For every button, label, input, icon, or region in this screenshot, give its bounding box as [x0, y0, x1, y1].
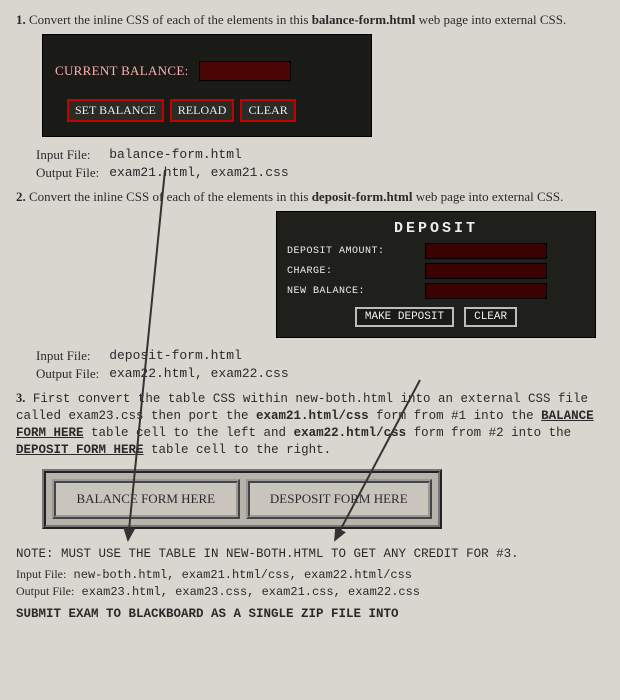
q3-b: exam21.html/css [256, 409, 369, 423]
deposit-form-here-cell: DESPOSIT FORM HERE [246, 479, 432, 519]
q2-num: 2. [16, 189, 26, 204]
q3-e: table cell to the left and [91, 426, 294, 440]
deposit-amount-label: DEPOSIT AMOUNT: [287, 246, 417, 257]
io1-in-lbl: Input File: [36, 147, 107, 163]
charge-field[interactable] [425, 263, 547, 279]
charge-label: CHARGE: [287, 266, 417, 277]
clear-button[interactable]: CLEAR [240, 99, 295, 122]
io2-out-val: exam22.html, exam22.css [109, 366, 296, 382]
q3-i: table cell to the right. [151, 443, 331, 457]
q2-text-b: web page into external CSS. [416, 189, 564, 204]
q3-f: exam22.html/css [294, 426, 407, 440]
current-balance-field[interactable] [199, 61, 291, 81]
io2-in-val: deposit-form.html [109, 348, 296, 364]
io-1: Input File: balance-form.html Output Fil… [34, 145, 299, 183]
deposit-title: DEPOSIT [287, 220, 585, 237]
deposit-clear-button[interactable]: CLEAR [464, 307, 517, 327]
q1-text-b: web page into external CSS. [419, 12, 567, 27]
balance-form-panel: CURRENT BALANCE: SET BALANCE RELOAD CLEA… [42, 34, 372, 137]
io3-in: Input File: new-both.html, exam21.html/c… [16, 567, 604, 582]
io3-out: Output File: exam23.html, exam23.css, ex… [16, 584, 604, 599]
q3-num: 3. [16, 391, 25, 405]
io-2: Input File: deposit-form.html Output Fil… [34, 346, 299, 384]
q2-text-a: Convert the inline CSS of each of the el… [29, 189, 312, 204]
question-3: 3. First convert the table CSS within ne… [16, 390, 604, 459]
q3-g: form from #2 into the [414, 426, 572, 440]
submit-line: SUBMIT EXAM TO BLACKBOARD AS A SINGLE ZI… [16, 607, 604, 621]
io2-in-lbl: Input File: [36, 348, 107, 364]
q1-text-a: Convert the inline CSS of each of the el… [29, 12, 312, 27]
q1-bold: balance-form.html [312, 12, 416, 27]
io3-out-val: exam23.html, exam23.css, exam21.css, exa… [82, 585, 420, 599]
q3-c: form from #1 into the [376, 409, 541, 423]
both-table: BALANCE FORM HERE DESPOSIT FORM HERE [42, 469, 442, 529]
question-2: 2. Convert the inline CSS of each of the… [16, 189, 604, 205]
io1-out-lbl: Output File: [36, 165, 107, 181]
make-deposit-button[interactable]: MAKE DEPOSIT [355, 307, 454, 327]
balance-form-here-cell: BALANCE FORM HERE [52, 479, 240, 519]
note-line: NOTE: MUST USE THE TABLE IN NEW-BOTH.HTM… [16, 547, 604, 561]
deposit-form-panel: DEPOSIT DEPOSIT AMOUNT: CHARGE: NEW BALA… [276, 211, 596, 338]
io3-in-lbl: Input File: [16, 567, 66, 581]
io3-out-lbl: Output File: [16, 584, 74, 598]
reload-button[interactable]: RELOAD [170, 99, 235, 122]
set-balance-button[interactable]: SET BALANCE [67, 99, 164, 122]
io2-out-lbl: Output File: [36, 366, 107, 382]
deposit-amount-field[interactable] [425, 243, 547, 259]
q3-h: DEPOSIT FORM HERE [16, 443, 144, 457]
new-balance-field[interactable] [425, 283, 547, 299]
question-1: 1. Convert the inline CSS of each of the… [16, 12, 604, 28]
q1-num: 1. [16, 12, 26, 27]
io1-in-val: balance-form.html [109, 147, 296, 163]
io1-out-val: exam21.html, exam21.css [109, 165, 296, 181]
current-balance-label: CURRENT BALANCE: [55, 63, 189, 79]
io3-in-val: new-both.html, exam21.html/css, exam22.h… [74, 568, 412, 582]
new-balance-label: NEW BALANCE: [287, 286, 417, 297]
q2-bold: deposit-form.html [312, 189, 413, 204]
